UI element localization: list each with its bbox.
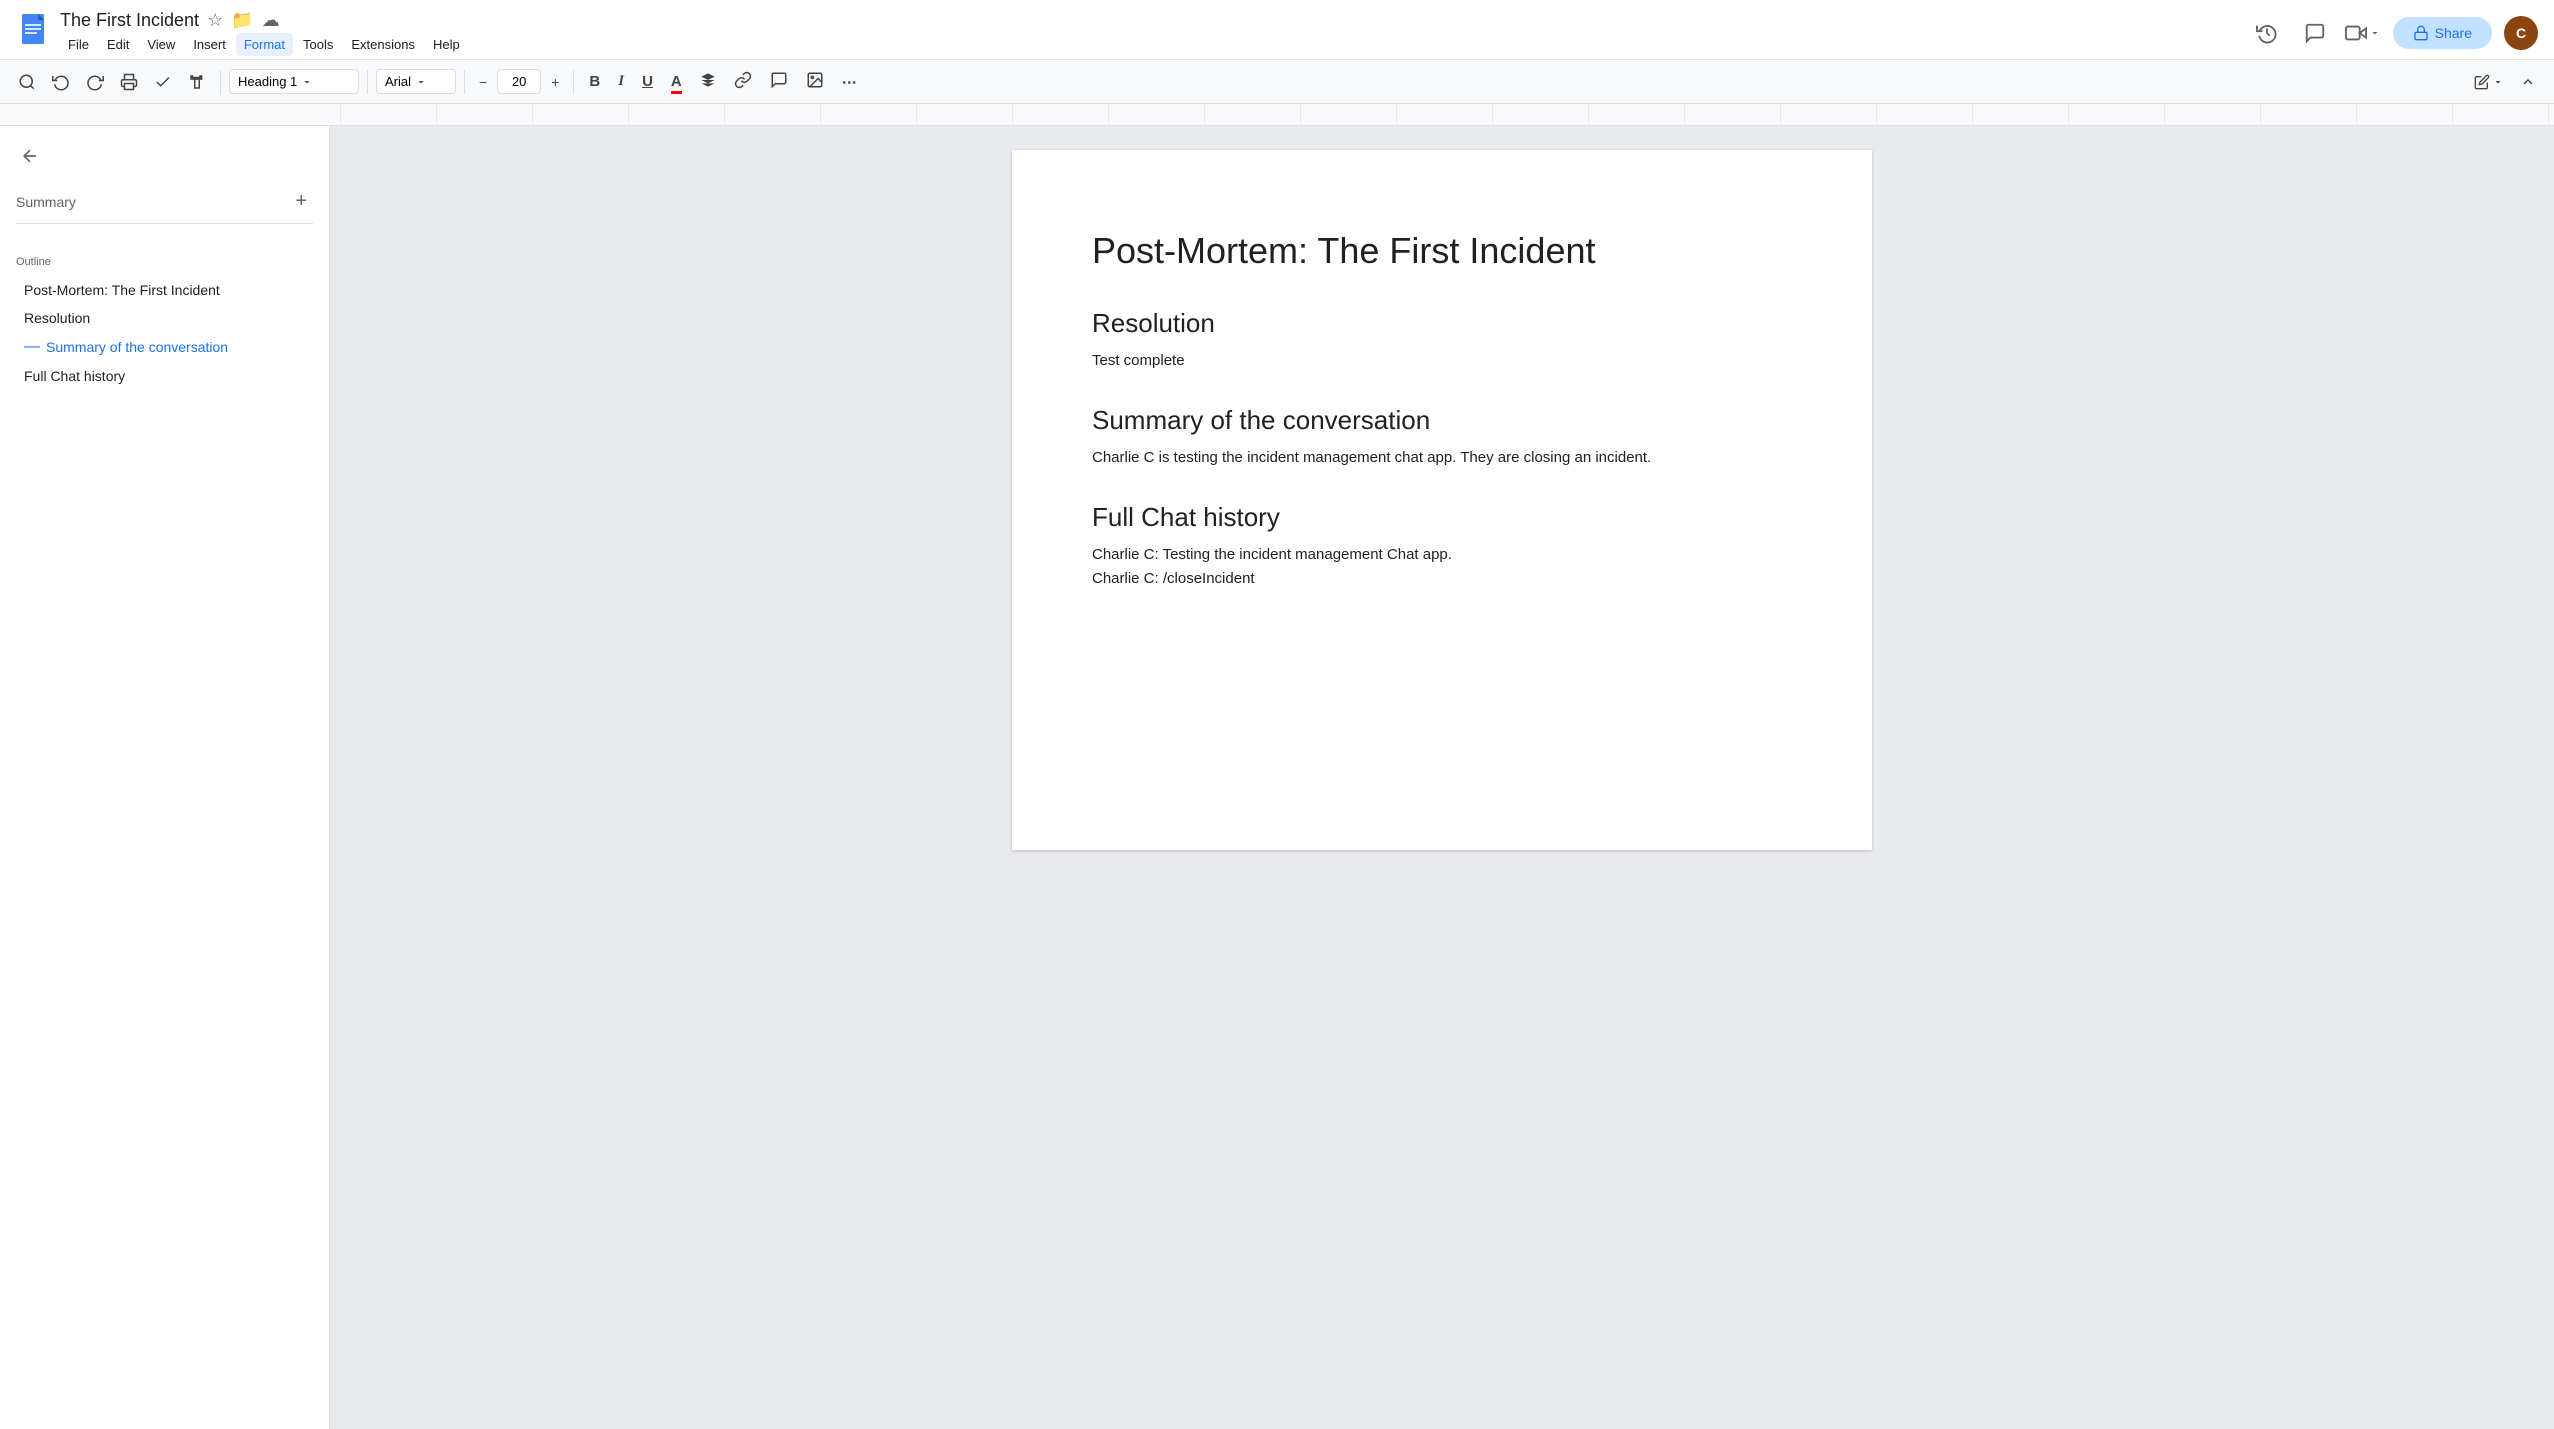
outline-section: Outline Post-Mortem: The First Incident … [0, 256, 329, 390]
divider-1 [220, 70, 221, 94]
summary-divider [16, 223, 313, 224]
italic-button[interactable]: I [611, 69, 631, 94]
toolbar: Heading 1 Arial − 20 + B I U A ⋯ [0, 60, 2554, 104]
doc-body-summary: Charlie C is testing the incident manage… [1092, 446, 1792, 470]
add-summary-button[interactable]: + [289, 188, 313, 215]
menu-help[interactable]: Help [425, 33, 468, 56]
collapse-button[interactable] [2514, 70, 2542, 94]
divider-3 [464, 70, 465, 94]
chat-line-2: Charlie C: /closeIncident [1092, 570, 1255, 587]
title-bar: The First Incident ☆ 📁 ☁ File Edit View … [0, 0, 2554, 60]
history-button[interactable] [2249, 15, 2285, 51]
doc-heading-summary: Summary of the conversation [1092, 405, 1792, 436]
summary-label: Summary [16, 194, 76, 210]
doc-body-resolution: Test complete [1092, 349, 1792, 373]
star-icon[interactable]: ☆ [207, 10, 223, 31]
doc-body-chat: Charlie C: Testing the incident manageme… [1092, 543, 1792, 591]
summary-header: Summary + [16, 188, 313, 215]
doc-section-resolution: Resolution Test complete [1092, 308, 1792, 373]
outline-item-chat[interactable]: Full Chat history [16, 362, 313, 390]
menu-insert[interactable]: Insert [185, 33, 234, 56]
doc-heading-resolution: Resolution [1092, 308, 1792, 339]
search-button[interactable] [12, 69, 42, 95]
comment-toolbar-button[interactable] [763, 67, 795, 97]
toolbar-right [2468, 70, 2542, 94]
font-size-increase[interactable]: + [545, 70, 565, 94]
redo-button[interactable] [80, 69, 110, 95]
outline-label: Outline [16, 256, 313, 268]
chat-line-1: Charlie C: Testing the incident manageme… [1092, 546, 1452, 563]
outline-item-summary[interactable]: — Summary of the conversation [16, 332, 313, 362]
doc-title: The First Incident [60, 10, 199, 31]
edit-mode-button[interactable] [2468, 70, 2510, 94]
doc-heading-chat: Full Chat history [1092, 502, 1792, 533]
ruler [0, 104, 2554, 126]
doc-section-summary: Summary of the conversation Charlie C is… [1092, 405, 1792, 470]
menu-file[interactable]: File [60, 33, 97, 56]
outline-active-dash: — [24, 338, 40, 356]
divider-4 [573, 70, 574, 94]
more-button[interactable]: ⋯ [835, 69, 864, 95]
menu-edit[interactable]: Edit [99, 33, 137, 56]
title-and-menu: The First Incident ☆ 📁 ☁ File Edit View … [60, 10, 468, 56]
back-button[interactable] [16, 142, 44, 176]
main-area: Summary + Outline Post-Mortem: The First… [0, 126, 2554, 1429]
doc-section-chat: Full Chat history Charlie C: Testing the… [1092, 502, 1792, 591]
divider-2 [367, 70, 368, 94]
undo-button[interactable] [46, 69, 76, 95]
doc-title-row: The First Incident ☆ 📁 ☁ [60, 10, 468, 31]
outline-item-chat-label: Full Chat history [24, 368, 125, 384]
cloud-icon[interactable]: ☁ [262, 10, 280, 31]
highlight-button[interactable] [693, 68, 723, 96]
doc-page: Post-Mortem: The First Incident Resoluti… [1012, 150, 1872, 850]
doc-area[interactable]: Post-Mortem: The First Incident Resoluti… [330, 126, 2554, 1429]
menu-format[interactable]: Format [236, 33, 293, 56]
font-dropdown[interactable]: Arial [376, 69, 456, 94]
image-button[interactable] [799, 67, 831, 97]
ruler-inner [340, 104, 2554, 125]
folder-icon[interactable]: 📁 [231, 10, 253, 31]
underline-button[interactable]: U [635, 69, 660, 94]
menu-tools[interactable]: Tools [295, 33, 341, 56]
font-value: Arial [385, 74, 411, 89]
share-label: Share [2435, 25, 2472, 41]
title-bar-left: The First Incident ☆ 📁 ☁ File Edit View … [16, 10, 2249, 56]
doc-icon [16, 12, 52, 53]
outline-item-title[interactable]: Post-Mortem: The First Incident [16, 276, 313, 304]
comments-button[interactable] [2297, 15, 2333, 51]
link-button[interactable] [727, 67, 759, 97]
text-color-button[interactable]: A [664, 69, 689, 94]
sidebar: Summary + Outline Post-Mortem: The First… [0, 126, 330, 1429]
user-avatar[interactable]: C [2504, 16, 2538, 50]
style-value: Heading 1 [238, 74, 297, 89]
spellcheck-button[interactable] [148, 69, 178, 95]
paint-format-button[interactable] [182, 69, 212, 95]
title-bar-right: Share C [2249, 15, 2538, 51]
outline-item-title-label: Post-Mortem: The First Incident [24, 282, 220, 298]
video-button[interactable] [2345, 15, 2381, 51]
style-dropdown[interactable]: Heading 1 [229, 69, 359, 94]
outline-item-resolution[interactable]: Resolution [16, 304, 313, 332]
menu-bar: File Edit View Insert Format Tools Exten… [60, 33, 468, 56]
outline-item-resolution-label: Resolution [24, 310, 90, 326]
share-button[interactable]: Share [2393, 17, 2492, 49]
menu-extensions[interactable]: Extensions [343, 33, 423, 56]
bold-button[interactable]: B [582, 69, 607, 94]
menu-view[interactable]: View [139, 33, 183, 56]
font-size-input[interactable]: 20 [497, 69, 541, 94]
outline-item-summary-label: Summary of the conversation [46, 339, 228, 355]
print-button[interactable] [114, 69, 144, 95]
font-size-decrease[interactable]: − [473, 70, 493, 94]
summary-section: Summary + [0, 188, 329, 256]
sidebar-header [0, 126, 329, 188]
doc-title-heading: Post-Mortem: The First Incident [1092, 230, 1792, 272]
